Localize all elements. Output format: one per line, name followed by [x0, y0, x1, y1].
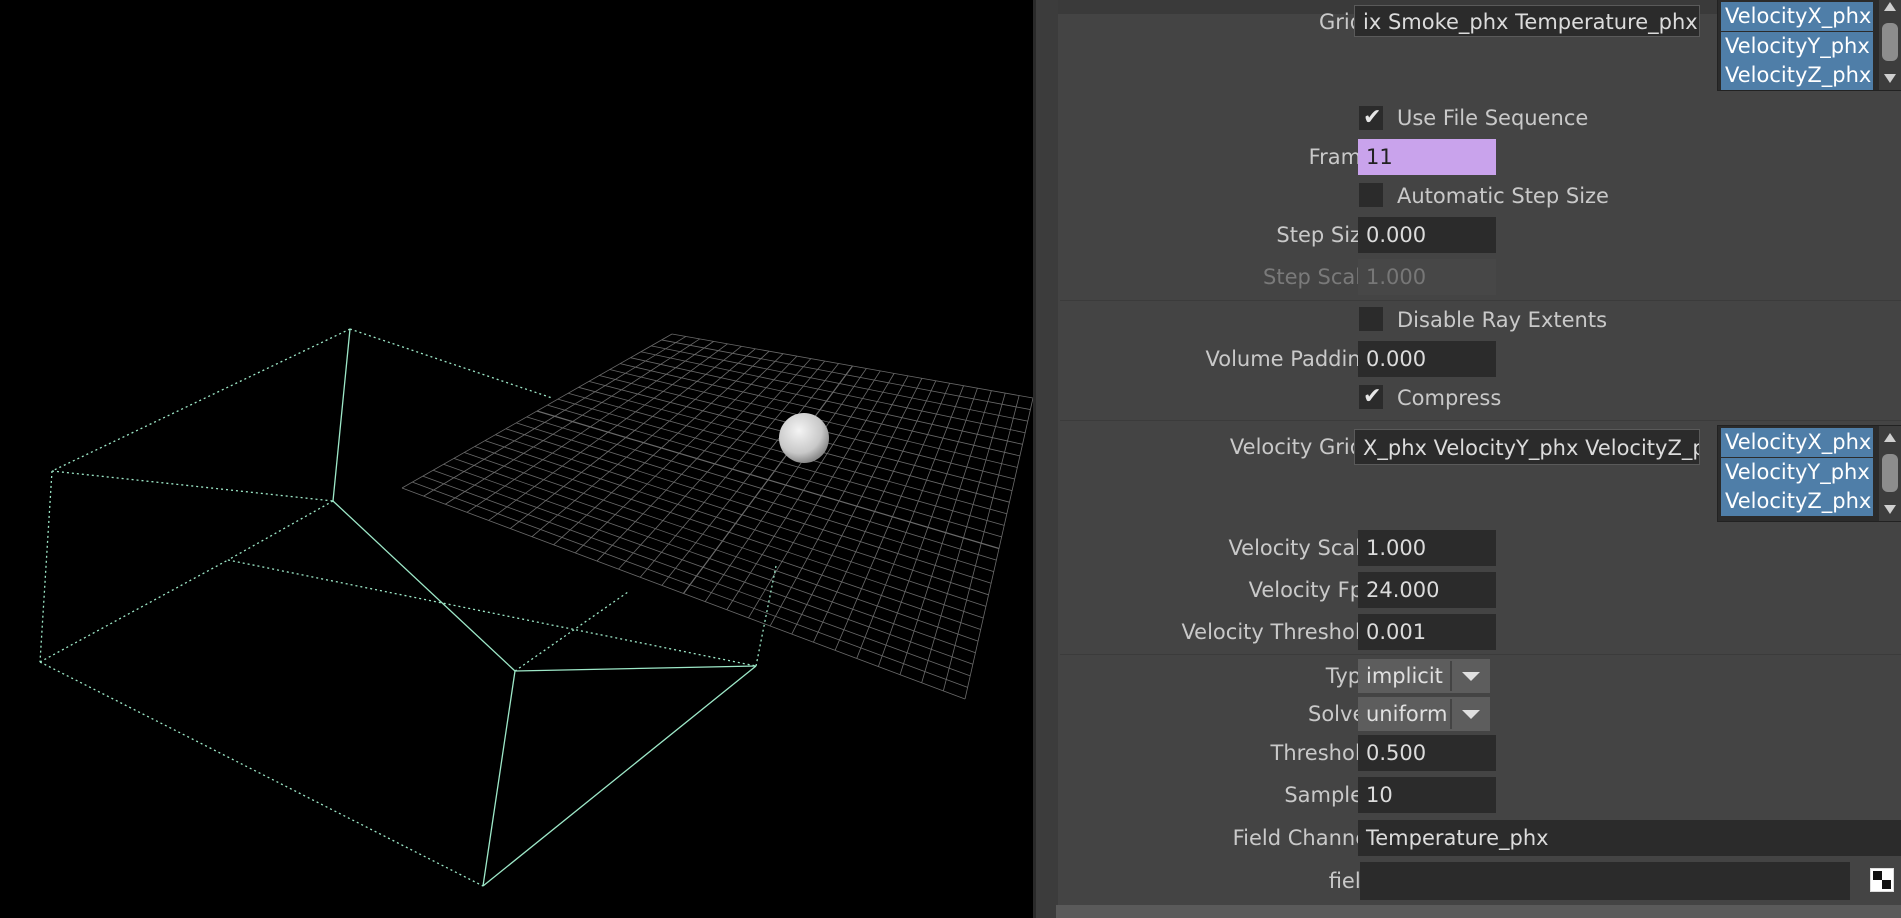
section-separator — [1060, 654, 1901, 655]
section-separator — [1060, 300, 1901, 301]
grids-field[interactable]: ix Smoke_phx Temperature_phx Ve — [1354, 5, 1700, 37]
ground-grid — [401, 333, 1033, 700]
grid-line — [516, 422, 994, 573]
type-value: implicit — [1366, 664, 1443, 688]
step-size-field[interactable]: 0.000 — [1358, 217, 1496, 253]
velocity-grids-field[interactable]: X_phx VelocityY_phx VelocityZ_phx — [1354, 429, 1700, 465]
step-scale-field: 1.000 — [1358, 259, 1496, 295]
grid-line — [899, 390, 992, 675]
solver-value: uniform — [1366, 702, 1448, 726]
grid-line — [474, 446, 984, 619]
velocity-scale-field[interactable]: 1.000 — [1358, 530, 1496, 566]
use-file-sequence-checkbox[interactable]: ✔ — [1359, 105, 1383, 130]
disable-ray-extents-label: Disable Ray Extents — [1397, 308, 1608, 332]
wireframe-bounding-box — [39, 328, 777, 887]
scroll-thumb[interactable] — [1882, 454, 1898, 492]
grid-line — [813, 380, 937, 643]
grids-list-item[interactable]: VelocityX_phx — [1721, 2, 1873, 31]
scroll-up-icon[interactable] — [1884, 433, 1896, 442]
3d-viewport[interactable] — [0, 0, 1033, 918]
field-input[interactable] — [1360, 862, 1850, 900]
section-separator — [1060, 420, 1901, 421]
velocity-fps-field[interactable]: 24.000 — [1358, 572, 1496, 608]
velocity-threshold-label: Velocity Threshold — [1181, 620, 1374, 644]
grid-line — [495, 434, 989, 596]
grid-line — [726, 370, 881, 610]
samples-field[interactable]: 10 — [1358, 777, 1496, 813]
grid-line — [878, 388, 978, 667]
velocity-threshold-field[interactable]: 0.001 — [1358, 614, 1496, 650]
scroll-down-icon[interactable] — [1884, 505, 1896, 514]
grid-line — [704, 368, 867, 602]
solver-dropdown[interactable]: uniform — [1358, 697, 1490, 731]
velocity-fps-label: Velocity Fps — [1248, 578, 1374, 602]
use-file-sequence-label: Use File Sequence — [1397, 106, 1589, 130]
compress-label: Compress — [1397, 386, 1502, 410]
velocity-grids-list-item[interactable]: VelocityX_phx — [1721, 428, 1873, 457]
velocity-grids-list-item[interactable]: VelocityZ_phx — [1721, 487, 1873, 516]
disable-ray-extents-checkbox[interactable] — [1359, 307, 1383, 331]
threshold-field[interactable]: 0.500 — [1358, 735, 1496, 771]
sphere-object[interactable] — [779, 413, 829, 463]
field-channel-label: Field Channel — [1232, 826, 1374, 850]
grid-line — [942, 395, 1020, 691]
checker-map-icon[interactable] — [1870, 868, 1894, 892]
volume-padding-label: Volume Padding — [1205, 347, 1374, 371]
panel-footer-bar — [1056, 905, 1901, 918]
velocity-grids-listbox[interactable]: VelocityX_phx VelocityY_phx VelocityZ_ph… — [1717, 425, 1901, 522]
grid-line — [433, 469, 973, 665]
volume-padding-field[interactable]: 0.000 — [1358, 341, 1496, 377]
velocity-grids-list-scrollbar[interactable] — [1879, 426, 1901, 521]
grid-line — [505, 428, 992, 584]
grids-list-item[interactable]: VelocityY_phx — [1721, 32, 1873, 61]
frame-field[interactable]: 11 — [1358, 139, 1496, 175]
grid-line — [464, 452, 981, 630]
compress-checkbox[interactable]: ✔ — [1359, 384, 1383, 409]
automatic-step-size-checkbox[interactable] — [1359, 183, 1383, 207]
velocity-grids-list-item[interactable]: VelocityY_phx — [1721, 458, 1873, 487]
dropdown-arrow-icon[interactable] — [1450, 661, 1488, 691]
grids-listbox[interactable]: VelocityX_phx VelocityY_phx VelocityZ_ph… — [1717, 0, 1901, 91]
field-channel-field[interactable]: Temperature_phx — [1358, 820, 1901, 856]
automatic-step-size-label: Automatic Step Size — [1397, 184, 1609, 208]
velocity-scale-label: Velocity Scale — [1228, 536, 1374, 560]
dropdown-arrow-icon[interactable] — [1450, 699, 1488, 729]
scroll-up-icon[interactable] — [1884, 2, 1896, 11]
panel-collapse-strip — [1036, 0, 1058, 918]
scroll-down-icon[interactable] — [1884, 74, 1896, 83]
grid-line — [536, 410, 1000, 550]
velocity-grids-label: Velocity Grids — [1229, 435, 1374, 459]
attribute-editor-panel: Grids ix Smoke_phx Temperature_phx Ve Ve… — [1036, 0, 1901, 918]
grid-line — [964, 397, 1033, 700]
grids-list-item[interactable]: VelocityZ_phx — [1721, 61, 1873, 90]
check-icon: ✔ — [1363, 384, 1382, 409]
check-icon: ✔ — [1363, 105, 1382, 130]
viewport-scene[interactable] — [0, 0, 1033, 918]
scroll-thumb[interactable] — [1882, 23, 1898, 61]
grid-line — [921, 392, 1006, 683]
type-dropdown[interactable]: implicit — [1358, 659, 1490, 693]
grids-list-scrollbar[interactable] — [1879, 0, 1901, 90]
grid-line — [422, 475, 971, 677]
